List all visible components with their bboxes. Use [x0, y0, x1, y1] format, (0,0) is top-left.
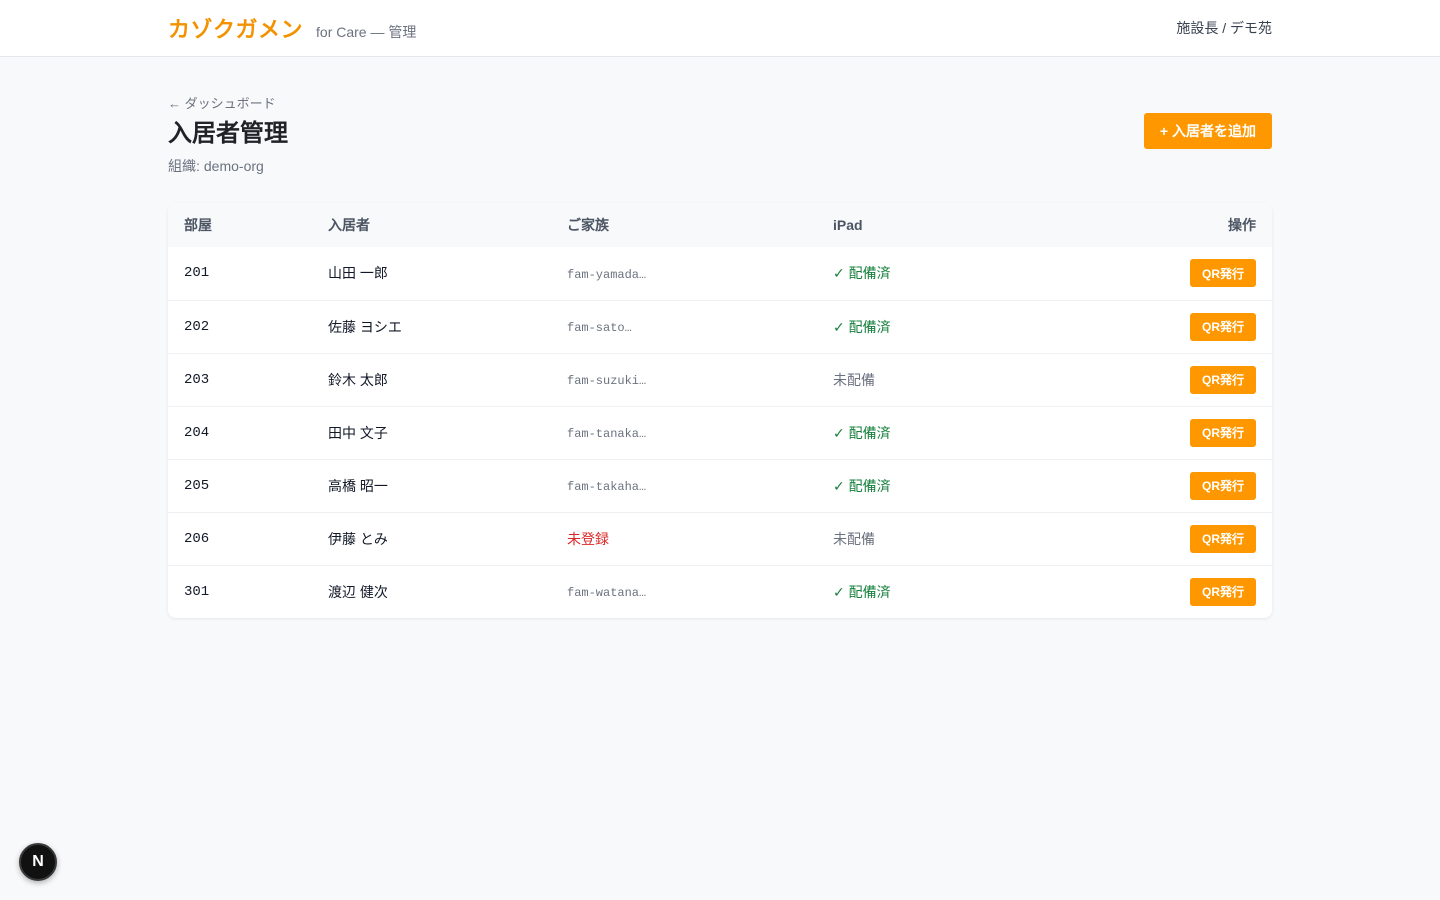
table-row: 205 高橋 昭一 fam-takaha… ✓ 配備済 QR発行	[168, 459, 1272, 512]
family-id: fam-sato…	[567, 321, 632, 335]
ipad-status: ✓ 配備済	[833, 424, 891, 441]
column-header-actions: 操作	[1228, 217, 1256, 233]
page-header: ← ダッシュボード 入居者管理 組織: demo-org + 入居者を追加	[168, 93, 1272, 176]
table-header-row: 部屋 入居者 ご家族 iPad 操作	[168, 203, 1272, 247]
resident-name: 渡辺 健次	[328, 583, 388, 600]
ipad-status: ✓ 配備済	[833, 477, 891, 494]
ipad-status: 未配備	[833, 530, 875, 547]
residents-table-card: 部屋 入居者 ご家族 iPad 操作 201 山田 一郎 fam-yamada……	[168, 203, 1272, 618]
brand: カゾクガメン for Care — 管理	[168, 12, 416, 44]
resident-name: 山田 一郎	[328, 265, 388, 282]
resident-name: 鈴木 太郎	[328, 371, 388, 388]
back-to-dashboard-link[interactable]: ← ダッシュボード	[168, 93, 276, 112]
residents-table: 部屋 入居者 ご家族 iPad 操作 201 山田 一郎 fam-yamada……	[168, 203, 1272, 618]
table-row: 301 渡辺 健次 fam-watana… ✓ 配備済 QR発行	[168, 565, 1272, 618]
table-row: 203 鈴木 太郎 fam-suzuki… 未配備 QR発行	[168, 353, 1272, 406]
org-value: demo-org	[203, 158, 264, 174]
room-number: 204	[184, 424, 210, 441]
column-header-resident: 入居者	[328, 217, 370, 233]
room-number: 301	[184, 583, 210, 600]
family-unregistered-status: 未登録	[567, 530, 609, 547]
issue-qr-button[interactable]: QR発行	[1189, 365, 1256, 394]
column-header-room: 部屋	[184, 217, 212, 233]
table-row: 206 伊藤 とみ 未登録 未配備 QR発行	[168, 512, 1272, 565]
room-number: 203	[184, 371, 210, 388]
table-row: 204 田中 文子 fam-tanaka… ✓ 配備済 QR発行	[168, 406, 1272, 459]
page-heading-group: ← ダッシュボード 入居者管理 組織: demo-org	[168, 93, 288, 176]
issue-qr-button[interactable]: QR発行	[1189, 418, 1256, 447]
org-label: 組織:	[168, 158, 200, 174]
family-id: fam-watana…	[567, 586, 647, 601]
issue-qr-button[interactable]: QR発行	[1189, 577, 1256, 606]
resident-name: 佐藤 ヨシエ	[328, 318, 402, 335]
table-body: 201 山田 一郎 fam-yamada… ✓ 配備済 QR発行 202 佐藤 …	[168, 247, 1272, 618]
issue-qr-button[interactable]: QR発行	[1189, 312, 1256, 341]
table-header: 部屋 入居者 ご家族 iPad 操作	[168, 203, 1272, 247]
family-id: fam-tanaka…	[567, 427, 647, 441]
column-header-family: ご家族	[567, 217, 609, 233]
app-subtitle: for Care — 管理	[316, 24, 417, 40]
main-content: ← ダッシュボード 入居者管理 組織: demo-org + 入居者を追加 部屋 …	[168, 57, 1272, 618]
room-number: 205	[184, 477, 210, 494]
user-facility-label[interactable]: 施設長 / デモ苑	[1176, 18, 1272, 38]
room-number: 206	[184, 530, 210, 547]
top-bar-inner: カゾクガメン for Care — 管理 施設長 / デモ苑	[168, 0, 1272, 56]
family-id: fam-suzuki…	[567, 374, 647, 388]
family-id: fam-yamada…	[567, 267, 647, 282]
nextjs-logo-icon: N	[32, 853, 44, 870]
resident-name: 伊藤 とみ	[328, 530, 388, 547]
ipad-status: ✓ 配備済	[833, 318, 891, 335]
ipad-status: 未配備	[833, 371, 875, 388]
issue-qr-button[interactable]: QR発行	[1189, 259, 1256, 288]
organization-line: 組織: demo-org	[168, 156, 288, 176]
page-title: 入居者管理	[168, 120, 288, 147]
issue-qr-button[interactable]: QR発行	[1189, 524, 1256, 553]
app-logo[interactable]: カゾクガメン	[168, 12, 303, 44]
room-number: 201	[184, 265, 210, 282]
add-resident-button[interactable]: + 入居者を追加	[1143, 113, 1272, 149]
table-row: 202 佐藤 ヨシエ fam-sato… ✓ 配備済 QR発行	[168, 300, 1272, 353]
table-row: 201 山田 一郎 fam-yamada… ✓ 配備済 QR発行	[168, 247, 1272, 300]
column-header-ipad: iPad	[833, 217, 863, 233]
family-id: fam-takaha…	[567, 480, 647, 494]
top-bar: カゾクガメン for Care — 管理 施設長 / デモ苑	[0, 0, 1440, 57]
nextjs-dev-tools-badge[interactable]: N	[19, 843, 57, 881]
ipad-status: ✓ 配備済	[833, 583, 891, 600]
ipad-status: ✓ 配備済	[833, 265, 891, 282]
room-number: 202	[184, 318, 210, 335]
resident-name: 田中 文子	[328, 424, 388, 441]
resident-name: 高橋 昭一	[328, 477, 388, 494]
issue-qr-button[interactable]: QR発行	[1189, 471, 1256, 500]
